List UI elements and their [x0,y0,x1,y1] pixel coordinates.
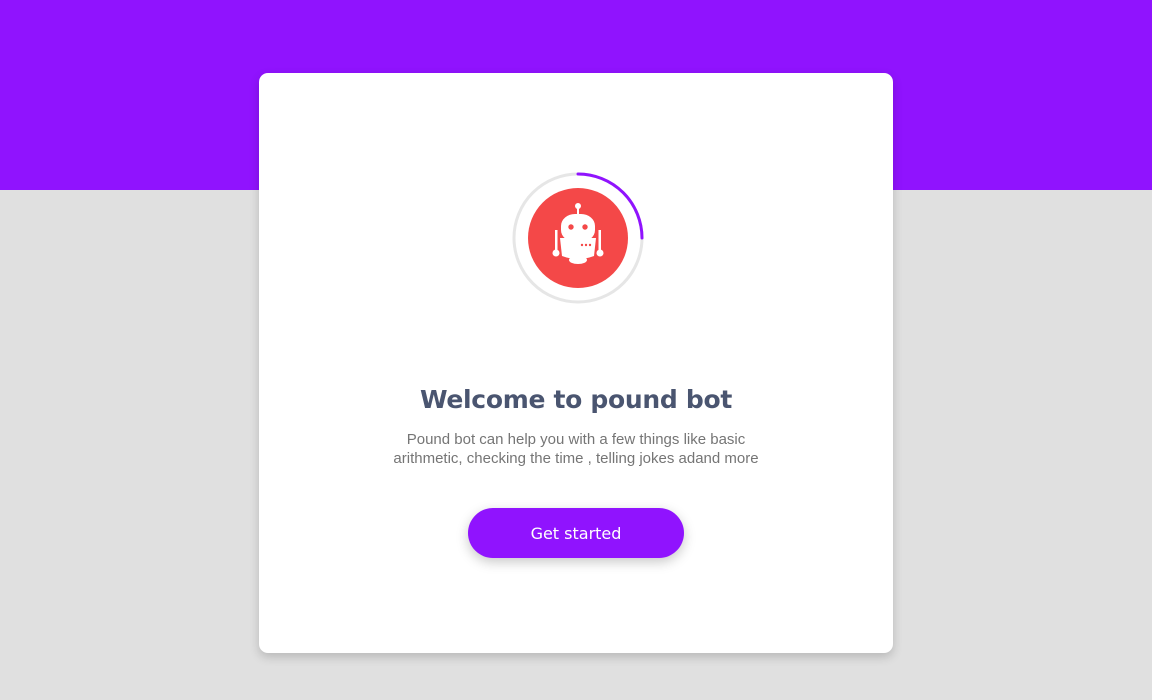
welcome-card: Welcome to pound bot Pound bot can help … [259,73,893,653]
robot-eye-right [582,224,588,230]
robot-light [580,243,584,247]
welcome-title: Welcome to pound bot [419,385,733,414]
robot-light [588,243,592,247]
robot-light [584,243,588,247]
get-started-button[interactable]: Get started [468,508,684,558]
welcome-description: Pound bot can help you with a few things… [393,431,759,467]
avatar-progress-ring [512,172,644,304]
bot-avatar [512,172,644,304]
robot-eye-left [568,224,574,230]
